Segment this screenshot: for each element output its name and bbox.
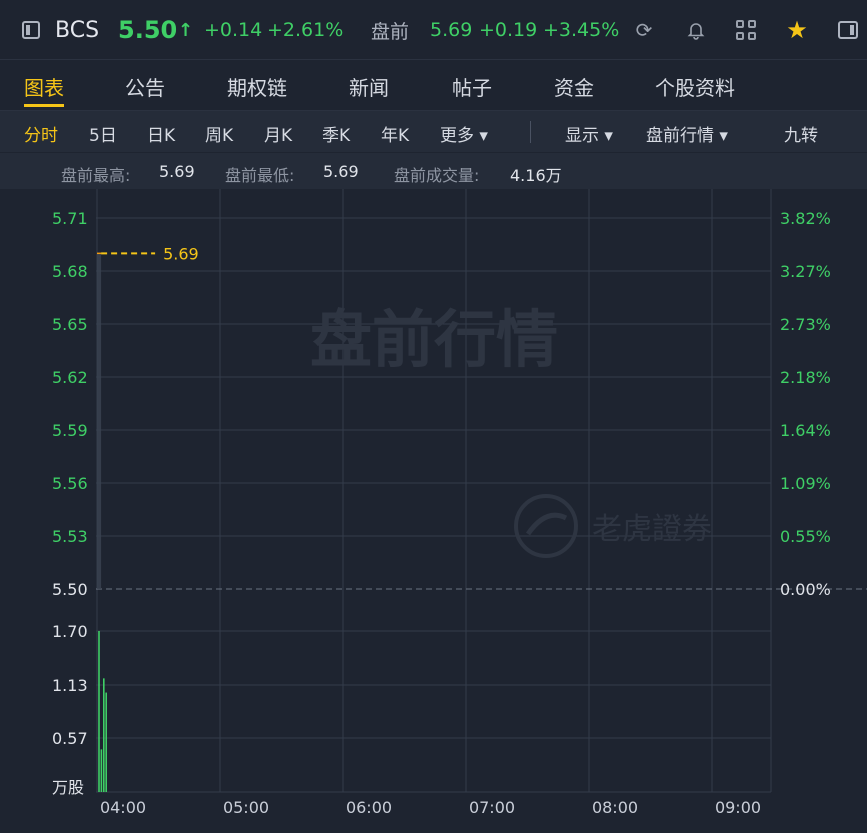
up-arrow-icon: ↑	[178, 19, 194, 41]
percent-tick-label: 1.64%	[780, 421, 831, 440]
volume-tick-label: 1.70	[52, 622, 88, 641]
low-value: 5.69	[323, 162, 359, 181]
nine-turn-button[interactable]: 九转	[784, 121, 818, 146]
price-tick-label: 5.56	[52, 474, 88, 493]
time-tick-label: 06:00	[346, 798, 392, 817]
volume-value: 4.16万	[510, 166, 562, 185]
percent-tick-label: 3.27%	[780, 262, 831, 281]
time-tick-label: 07:00	[469, 798, 515, 817]
period-intraday[interactable]: 分时	[24, 121, 58, 146]
high-value: 5.69	[159, 162, 195, 181]
last-price-label: 5.69	[163, 244, 199, 263]
time-tick-label: 08:00	[592, 798, 638, 817]
sidebar-toggle-icon[interactable]	[22, 0, 42, 60]
chart-canvas[interactable]: 盘前行情 老虎證券 5.69 5.71 3.82% 5.68 3.27% 5.65 2.7…	[0, 189, 867, 833]
period-monthly[interactable]: 月K	[264, 121, 292, 146]
time-tick-label: 09:00	[715, 798, 761, 817]
watermark-brand: 老虎證券	[592, 512, 712, 547]
premarket-stats: 盘前最高: 5.69 盘前最低: 5.69 盘前成交量: 4.16万	[0, 153, 867, 189]
star-icon[interactable]: ★	[785, 0, 809, 60]
percent-tick-label: 0.00%	[780, 580, 831, 599]
stock-symbol: BCS	[55, 17, 100, 43]
period-5day[interactable]: 5日	[89, 121, 117, 146]
more-dropdown[interactable]: 更多 ▾	[440, 121, 488, 146]
percent-tick-label: 2.73%	[780, 315, 831, 334]
price-tick-label: 5.71	[52, 209, 88, 228]
period-weekly[interactable]: 周K	[205, 121, 233, 146]
time-tick-label: 04:00	[100, 798, 146, 817]
active-tab-indicator	[24, 104, 64, 107]
tab-capital[interactable]: 资金	[554, 72, 594, 101]
volume-tick-label: 万股	[52, 778, 84, 797]
period-daily[interactable]: 日K	[147, 121, 175, 146]
premarket-label: 盘前	[371, 20, 410, 43]
premarket-price: 5.69	[430, 19, 473, 41]
brand-logo-icon	[514, 494, 578, 558]
bell-icon[interactable]	[684, 0, 708, 60]
price-tick-label: 5.68	[52, 262, 88, 281]
volume-tick-label: 0.57	[52, 729, 88, 748]
low-label: 盘前最低:	[225, 166, 295, 185]
tab-announcements[interactable]: 公告	[125, 72, 165, 101]
price-chart[interactable]: 盘前行情 老虎證券 5.69 5.71 3.82% 5.68 3.27% 5.65 2.7…	[0, 189, 867, 833]
price-area	[97, 253, 102, 589]
chart-toolbar: 分时 5日 日K 周K 月K 季K 年K 更多 ▾ 显示 ▾ 盘前行情 ▾ 九转	[0, 110, 867, 152]
percent-tick-label: 2.18%	[780, 368, 831, 387]
price-tick-label: 5.59	[52, 421, 88, 440]
tab-news[interactable]: 新闻	[349, 72, 389, 101]
percent-tick-label: 1.09%	[780, 474, 831, 493]
price-tick-label: 5.50	[52, 580, 88, 599]
price-tick-label: 5.65	[52, 315, 88, 334]
tab-options-chain[interactable]: 期权链	[227, 72, 287, 101]
percent-tick-label: 3.82%	[780, 209, 831, 228]
price-tick-label: 5.53	[52, 527, 88, 546]
period-quarterly[interactable]: 季K	[322, 121, 350, 146]
grid-icon[interactable]	[734, 0, 758, 60]
last-price: 5.50	[118, 16, 178, 44]
panel-icon[interactable]	[836, 0, 860, 60]
tab-bar: 图表 公告 期权链 新闻 帖子 资金 个股资料	[0, 60, 867, 110]
time-tick-label: 05:00	[223, 798, 269, 817]
tab-profile[interactable]: 个股资料	[655, 72, 735, 101]
high-label: 盘前最高:	[61, 166, 131, 185]
quote-header: BCS 5.50 ↑ +0.14 +2.61% 盘前 5.69 +0.19 +3…	[0, 0, 867, 60]
period-yearly[interactable]: 年K	[381, 121, 409, 146]
watermark-title: 盘前行情	[310, 303, 558, 376]
refresh-icon[interactable]: ⟳	[632, 0, 656, 60]
tab-posts[interactable]: 帖子	[452, 72, 492, 101]
percent-tick-label: 0.55%	[780, 527, 831, 546]
price-change-percent: +2.61%	[267, 19, 344, 41]
toolbar-divider	[530, 121, 531, 143]
premarket-change-percent: +3.45%	[543, 19, 620, 41]
premarket-dropdown[interactable]: 盘前行情 ▾	[646, 121, 728, 146]
tab-chart[interactable]: 图表	[24, 72, 64, 101]
price-tick-label: 5.62	[52, 368, 88, 387]
premarket-change: +0.19	[479, 19, 538, 41]
volume-tick-label: 1.13	[52, 676, 88, 695]
price-change: +0.14	[204, 19, 263, 41]
display-dropdown[interactable]: 显示 ▾	[565, 121, 613, 146]
volume-label: 盘前成交量:	[394, 166, 480, 185]
